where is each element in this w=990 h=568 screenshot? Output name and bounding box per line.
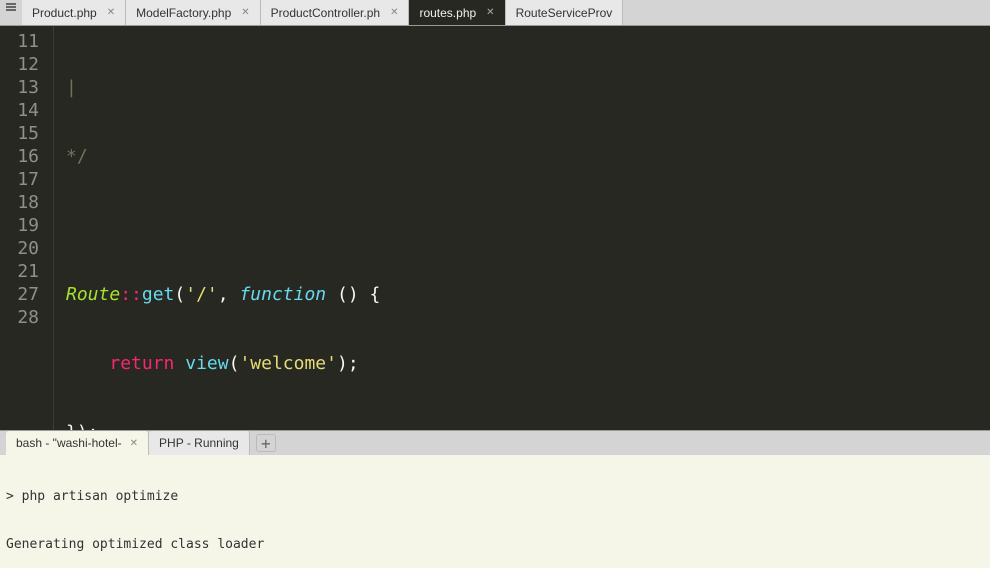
- line-number: 18: [8, 191, 39, 214]
- terminal-tab-label: bash - "washi-hotel-: [16, 436, 122, 450]
- code-line-13: [66, 214, 990, 237]
- tab-routeserviceprovider[interactable]: RouteServiceProv: [506, 0, 624, 25]
- tab-label: ModelFactory.php: [136, 6, 231, 20]
- line-number: 11: [8, 30, 39, 53]
- line-number: 17: [8, 168, 39, 191]
- terminal-output[interactable]: > php artisan optimize Generating optimi…: [0, 455, 990, 568]
- terminal-line: Generating optimized class loader: [6, 537, 984, 553]
- editor-tabs-bar: Product.php ✕ ModelFactory.php ✕ Product…: [0, 0, 990, 26]
- line-number: 20: [8, 237, 39, 260]
- code-content[interactable]: | */ Route::get('/', function () { retur…: [54, 26, 990, 430]
- line-number: 14: [8, 99, 39, 122]
- line-number: 27: [8, 283, 39, 306]
- add-terminal-button[interactable]: +: [256, 434, 276, 452]
- line-number: 12: [8, 53, 39, 76]
- line-number-gutter: 11 12 13 14 15 16 17 18 19 20 21 27 28: [0, 26, 54, 430]
- terminal-tab-label: PHP - Running: [159, 436, 239, 450]
- tabs-dropdown-icon[interactable]: [4, 0, 18, 14]
- terminal-line: > php artisan optimize: [6, 489, 984, 505]
- tab-label: Product.php: [32, 6, 97, 20]
- tab-productcontroller[interactable]: ProductController.ph ✕: [261, 0, 410, 25]
- tab-label: RouteServiceProv: [516, 6, 613, 20]
- line-number: 21: [8, 260, 39, 283]
- terminal-panel: bash - "washi-hotel- ✕ PHP - Running + >…: [0, 430, 990, 568]
- close-icon[interactable]: ✕: [390, 7, 398, 18]
- tab-label: ProductController.ph: [271, 6, 380, 20]
- code-editor[interactable]: 11 12 13 14 15 16 17 18 19 20 21 27 28 |…: [0, 26, 990, 430]
- line-number: 13: [8, 76, 39, 99]
- close-icon[interactable]: ✕: [486, 7, 494, 18]
- close-icon[interactable]: ✕: [107, 7, 115, 18]
- code-line-15: return view('welcome');: [66, 352, 990, 375]
- terminal-tab-php[interactable]: PHP - Running: [149, 431, 250, 455]
- code-line-14: Route::get('/', function () {: [66, 283, 990, 306]
- close-icon[interactable]: ✕: [130, 438, 138, 449]
- line-number: 19: [8, 214, 39, 237]
- tab-routes[interactable]: routes.php ✕: [409, 0, 505, 25]
- terminal-tabs-bar: bash - "washi-hotel- ✕ PHP - Running +: [0, 431, 990, 455]
- code-line-16: });: [66, 421, 990, 430]
- close-icon[interactable]: ✕: [241, 7, 249, 18]
- line-number: 16: [8, 145, 39, 168]
- tab-label: routes.php: [419, 6, 476, 20]
- code-line-11: |: [66, 76, 990, 99]
- line-number: 28: [8, 306, 39, 329]
- tab-modelfactory[interactable]: ModelFactory.php ✕: [126, 0, 261, 25]
- code-line-12: */: [66, 145, 990, 168]
- tab-product[interactable]: Product.php ✕: [22, 0, 126, 25]
- terminal-tab-bash[interactable]: bash - "washi-hotel- ✕: [6, 431, 149, 455]
- line-number: 15: [8, 122, 39, 145]
